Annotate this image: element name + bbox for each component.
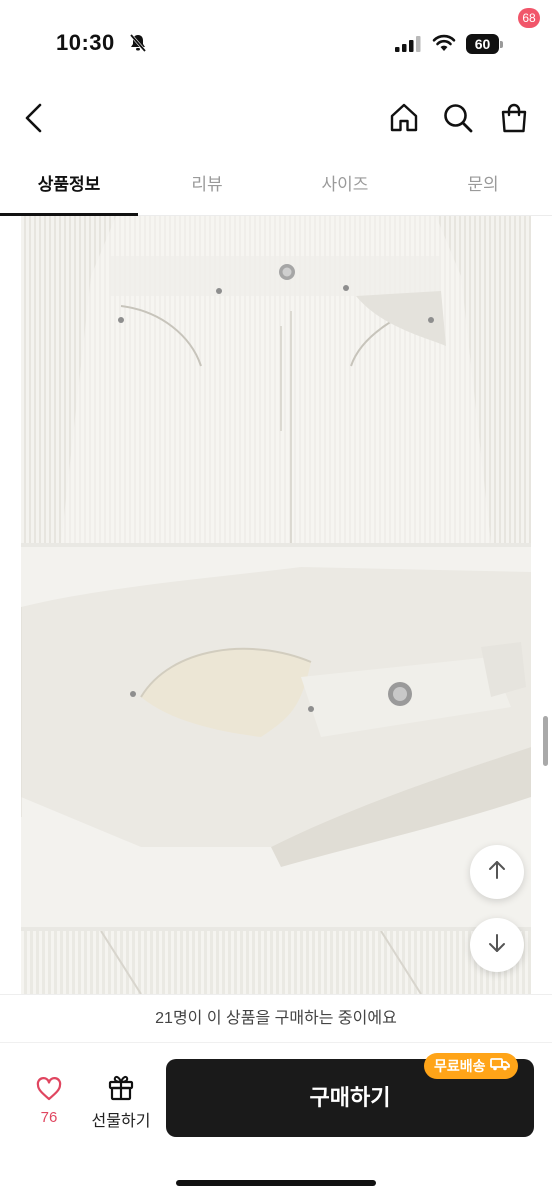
free-shipping-badge: 무료배송 (424, 1053, 518, 1079)
scroll-to-top-button[interactable] (470, 845, 524, 899)
product-image-fabric (21, 931, 531, 994)
product-detail-images (21, 216, 531, 994)
status-bar: 10:30 60 (0, 0, 552, 90)
gift-label: 선물하기 (91, 1113, 151, 1130)
shopping-bag-icon (498, 102, 530, 139)
home-icon (388, 102, 420, 139)
delivery-truck-icon (489, 1053, 510, 1079)
product-image-front (21, 216, 531, 543)
arrow-down-icon (486, 932, 508, 959)
product-tabs: 상품정보 리뷰 사이즈 문의 (0, 160, 552, 216)
like-button[interactable]: 76 (20, 1073, 78, 1133)
battery-icon: 60 (466, 34, 503, 54)
purchase-activity-notice: 21명이 이 상품을 구매하는 중이에요 (0, 994, 552, 1042)
free-shipping-label: 무료배송 (434, 1058, 486, 1074)
status-time: 10:30 (56, 30, 115, 55)
tab-product-info[interactable]: 상품정보 (0, 160, 138, 216)
search-button[interactable] (438, 98, 478, 142)
bell-slash-icon (128, 33, 148, 58)
battery-level: 60 (474, 36, 491, 52)
wifi-icon (432, 34, 456, 57)
tab-reviews[interactable]: 리뷰 (138, 160, 276, 216)
home-indicator (176, 1180, 376, 1186)
search-icon (442, 102, 474, 139)
cellular-signal-icon (395, 36, 421, 57)
arrow-up-icon (486, 859, 508, 886)
back-arrow-icon (23, 102, 45, 139)
cart-count-badge: 68 (518, 8, 540, 28)
top-navigation (0, 90, 552, 154)
home-button[interactable] (384, 98, 424, 142)
heart-icon (36, 1077, 62, 1106)
scroll-to-bottom-button[interactable] (470, 918, 524, 972)
tab-inquiry[interactable]: 문의 (414, 160, 552, 216)
cart-button[interactable] (494, 98, 534, 142)
gift-icon (107, 1073, 135, 1106)
tab-size[interactable]: 사이즈 (276, 160, 414, 216)
gift-button[interactable]: 선물하기 (86, 1071, 156, 1133)
like-count: 76 (40, 1109, 58, 1126)
page-scrollbar[interactable] (543, 716, 548, 766)
product-image-detail (21, 547, 531, 927)
back-button[interactable] (14, 98, 54, 142)
